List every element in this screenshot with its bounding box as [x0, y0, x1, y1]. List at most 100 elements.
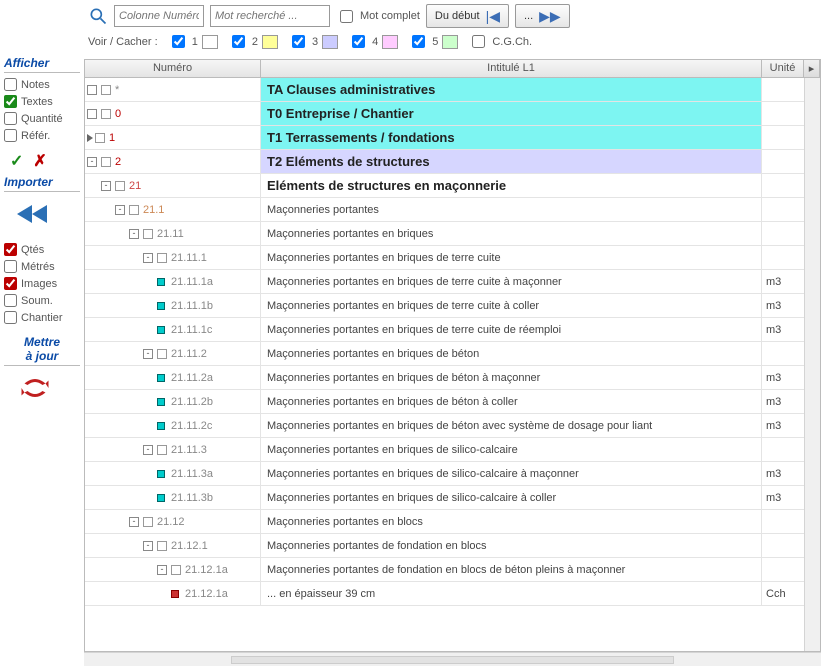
row-number: 21.11.1a [171, 276, 213, 288]
expand-toggle[interactable] [87, 109, 97, 119]
row-number: 21.11.1b [171, 300, 213, 312]
row-bullet-icon [157, 398, 165, 406]
expand-toggle[interactable]: - [129, 229, 139, 239]
from-start-button[interactable]: Du début |◀ [426, 4, 509, 28]
table-row[interactable]: -21.11.3Maçonneries portantes en briques… [85, 438, 804, 462]
row-checkbox[interactable] [143, 517, 153, 527]
next-button[interactable]: ... ▶▶ [515, 4, 570, 28]
filter-check-5[interactable]: 5 [408, 32, 458, 51]
expand-toggle[interactable]: - [129, 517, 139, 527]
table-row[interactable]: 21.11.1a Maçonneries portantes en briques… [85, 270, 804, 294]
row-unit: m3 [762, 390, 804, 413]
table-row[interactable]: 21.12.1a... en épaisseur 39 cmCch [85, 582, 804, 606]
column-input[interactable] [114, 5, 204, 27]
row-unit: Cch [762, 582, 804, 605]
table-row[interactable]: -21.12Maçonneries portantes en blocs [85, 510, 804, 534]
filter-check-3[interactable]: 3 [288, 32, 338, 51]
row-number: 21.11.2a [171, 372, 213, 384]
row-checkbox[interactable] [115, 181, 125, 191]
table-row[interactable]: -2T2 Eléments de structures [85, 150, 804, 174]
row-title: Maçonneries portantes en briques de sili… [261, 486, 762, 509]
row-number: 21.11.2c [171, 420, 212, 432]
col-header-numero[interactable]: Numéro [85, 60, 261, 77]
row-checkbox[interactable] [157, 445, 167, 455]
table-row[interactable]: 21.11.1bMaçonneries portantes en briques… [85, 294, 804, 318]
row-checkbox[interactable] [157, 253, 167, 263]
rewind-icon[interactable] [4, 196, 80, 232]
horizontal-scrollbar[interactable] [84, 652, 821, 666]
sidebar-check-qtes[interactable]: Qtés [4, 242, 80, 257]
row-checkbox[interactable] [101, 157, 111, 167]
table-row[interactable]: -21.1Maçonneries portantes [85, 198, 804, 222]
sidebar-check-quantite[interactable]: Quantité [4, 111, 80, 126]
table-row[interactable]: 21.11.2aMaçonneries portantes en briques… [85, 366, 804, 390]
expand-toggle[interactable] [87, 85, 97, 95]
filter-check-2[interactable]: 2 [228, 32, 278, 51]
vertical-scrollbar[interactable] [804, 78, 820, 651]
sidebar-check-images[interactable]: Images [4, 276, 80, 291]
row-checkbox[interactable] [157, 349, 167, 359]
row-title: Maçonneries portantes en briques de terr… [261, 270, 762, 293]
sidebar-check-metres[interactable]: Métrés [4, 259, 80, 274]
table-row[interactable]: 21.11.3bMaçonneries portantes en briques… [85, 486, 804, 510]
table-row[interactable]: 0T0 Entreprise / Chantier [85, 102, 804, 126]
filter-check-1[interactable]: 1 [168, 32, 218, 51]
validate-icon[interactable]: ✓ [10, 151, 23, 171]
sidebar-check-refer[interactable]: Référ. [4, 128, 80, 143]
expand-toggle[interactable]: - [143, 541, 153, 551]
expand-toggle[interactable]: - [115, 205, 125, 215]
table-row[interactable]: -21.12.1aMaçonneries portantes de fondat… [85, 558, 804, 582]
row-unit [762, 246, 804, 269]
expand-toggle[interactable]: - [87, 157, 97, 167]
table-row[interactable]: 21.11.2bMaçonneries portantes en briques… [85, 390, 804, 414]
table-row[interactable]: 21.11.2cMaçonneries portantes en briques… [85, 414, 804, 438]
row-checkbox[interactable] [95, 133, 105, 143]
table-row[interactable]: -21.11.1Maçonneries portantes en briques… [85, 246, 804, 270]
row-checkbox[interactable] [129, 205, 139, 215]
row-unit [762, 510, 804, 533]
col-header-intitule[interactable]: Intitulé L1 [261, 60, 762, 77]
sidebar-check-chantier[interactable]: Chantier [4, 310, 80, 325]
row-checkbox[interactable] [171, 565, 181, 575]
expand-toggle[interactable]: - [101, 181, 111, 191]
row-checkbox[interactable] [143, 229, 153, 239]
sidebar-heading-afficher: Afficher [4, 56, 80, 73]
refresh-icon[interactable] [4, 370, 80, 400]
table-row[interactable]: *TA Clauses administratives [85, 78, 804, 102]
search-icon[interactable] [88, 6, 108, 26]
table-row[interactable]: 21.11.1cMaçonneries portantes en briques… [85, 318, 804, 342]
row-title: Maçonneries portantes en briques de béto… [261, 342, 762, 365]
expand-toggle[interactable]: - [157, 565, 167, 575]
expand-toggle[interactable]: - [143, 445, 153, 455]
col-header-unite[interactable]: Unité [762, 60, 804, 77]
filter-check-cgch[interactable]: C.G.Ch. [468, 32, 532, 51]
search-input[interactable] [210, 5, 330, 27]
sidebar-heading-mettre: Mettre à jour [4, 335, 80, 366]
row-checkbox[interactable] [157, 541, 167, 551]
expand-toggle[interactable]: - [143, 349, 153, 359]
whole-word-checkbox[interactable]: Mot complet [336, 7, 420, 26]
row-bullet-icon [157, 494, 165, 502]
row-title: Eléments de structures en maçonnerie [261, 174, 762, 197]
sidebar-check-textes[interactable]: Textes [4, 94, 80, 109]
row-unit [762, 558, 804, 581]
row-number: 21.11.2b [171, 396, 213, 408]
sidebar-check-soum[interactable]: Soum. [4, 293, 80, 308]
sidebar: Afficher Notes Textes Quantité Référ. ✓ … [0, 0, 84, 666]
table-row[interactable]: - 21.11.2 Maçonneries portantes en briques… [85, 342, 804, 366]
row-checkbox[interactable] [101, 109, 111, 119]
row-title: Maçonneries portantes en briques [261, 222, 762, 245]
table-row[interactable]: 21.11.3aMaçonneries portantes en briques… [85, 462, 804, 486]
row-checkbox[interactable] [101, 85, 111, 95]
table-row[interactable]: 1T1 Terrassements / fondations [85, 126, 804, 150]
table-row[interactable]: -21Eléments de structures en maçonnerie [85, 174, 804, 198]
table-row[interactable]: -21.12.1Maçonneries portantes de fondati… [85, 534, 804, 558]
filter-label: Voir / Cacher : [88, 36, 158, 48]
sidebar-check-notes[interactable]: Notes [4, 77, 80, 92]
expand-toggle[interactable]: - [143, 253, 153, 263]
filter-check-4[interactable]: 4 [348, 32, 398, 51]
expand-icon[interactable] [87, 134, 93, 142]
table-row[interactable]: -21.11Maçonneries portantes en briques [85, 222, 804, 246]
cancel-icon[interactable]: ✗ [33, 151, 46, 171]
row-number: 21.11.2 [171, 348, 207, 360]
